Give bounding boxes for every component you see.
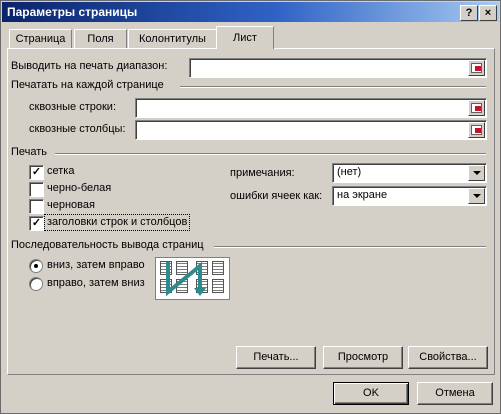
rows-to-repeat-label: сквозные строки: — [29, 101, 117, 113]
group-divider — [55, 153, 486, 155]
down-then-over-label: вниз, затем вправо — [47, 259, 145, 271]
page-order-arrow-icon — [166, 261, 206, 297]
black-and-white-label: черно-белая — [47, 182, 112, 194]
columns-to-repeat-input[interactable] — [135, 120, 487, 140]
cancel-button[interactable]: Отмена — [417, 382, 493, 405]
gridlines-checkbox[interactable]: ✓ — [29, 165, 44, 180]
collapse-dialog-icon[interactable] — [468, 122, 485, 138]
page-order-group-label: Последовательность вывода страниц — [11, 239, 204, 251]
help-button[interactable]: ? — [460, 5, 478, 21]
tab-margins[interactable]: Поля — [74, 29, 127, 49]
collapse-dialog-icon[interactable] — [468, 60, 485, 76]
print-area-input[interactable] — [189, 58, 487, 78]
cell-errors-value: на экране — [337, 189, 388, 201]
comments-value: (нет) — [337, 166, 362, 178]
over-then-down-radio[interactable] — [29, 277, 43, 291]
page-order-preview-icon — [155, 257, 230, 300]
gridlines-label: сетка — [47, 165, 75, 177]
print-button[interactable]: Печать... — [236, 346, 316, 369]
row-col-headings-checkbox[interactable]: ✓ — [29, 216, 44, 231]
close-button[interactable]: × — [479, 5, 497, 21]
rows-to-repeat-input[interactable] — [135, 98, 487, 118]
tab-sheet[interactable]: Лист — [216, 26, 274, 49]
row-col-headings-label: заголовки строк и столбцов — [47, 216, 188, 228]
print-preview-button[interactable]: Просмотр — [323, 346, 403, 369]
print-group-label: Печать — [11, 146, 48, 158]
print-titles-group-label: Печатать на каждой странице — [11, 79, 164, 91]
columns-to-repeat-label: сквозные столбцы: — [29, 123, 126, 135]
over-then-down-label: вправо, затем вниз — [47, 277, 145, 289]
page-setup-dialog: Параметры страницы ? × Страница Поля Кол… — [0, 0, 501, 414]
group-divider — [214, 246, 486, 248]
print-area-label: Выводить на печать диапазон: — [11, 60, 168, 72]
title-bar[interactable]: Параметры страницы ? × — [2, 2, 499, 22]
cell-errors-label: ошибки ячеек как: — [230, 190, 323, 202]
chevron-down-icon[interactable] — [468, 165, 485, 181]
sheet-tab-panel: Выводить на печать диапазон: Печатать на… — [7, 48, 495, 375]
group-divider — [180, 86, 486, 88]
comments-label: примечания: — [230, 167, 295, 179]
collapse-dialog-icon[interactable] — [468, 100, 485, 116]
dialog-title: Параметры страницы — [7, 5, 138, 19]
comments-select[interactable]: (нет) — [332, 163, 487, 183]
cell-errors-select[interactable]: на экране — [332, 186, 487, 206]
tab-page[interactable]: Страница — [9, 29, 72, 49]
black-and-white-checkbox[interactable] — [29, 182, 44, 197]
draft-quality-label: черновая — [47, 199, 95, 211]
chevron-down-icon[interactable] — [468, 188, 485, 204]
draft-quality-checkbox[interactable] — [29, 199, 44, 214]
down-then-over-radio[interactable] — [29, 259, 43, 273]
tab-header-footer[interactable]: Колонтитулы — [128, 29, 217, 49]
properties-button[interactable]: Свойства... — [408, 346, 488, 369]
ok-button[interactable]: OK — [333, 382, 409, 405]
